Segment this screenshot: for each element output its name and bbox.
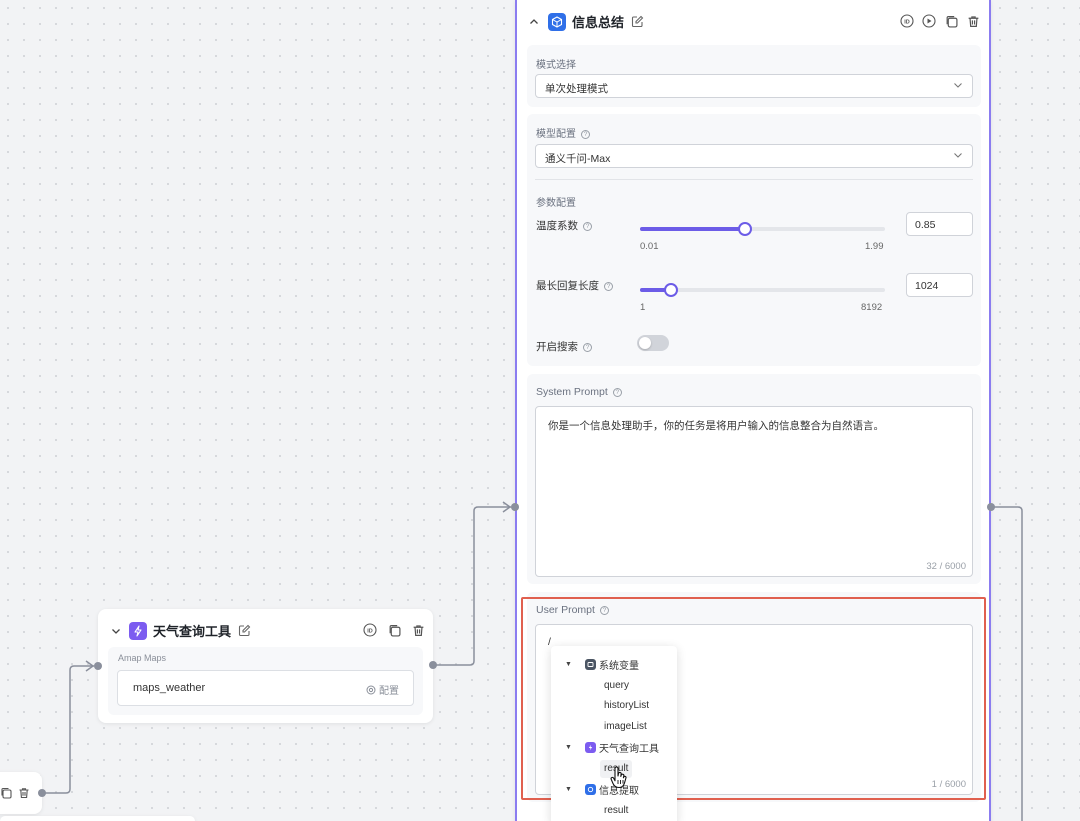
model-label: 模型配置? [536,125,590,140]
max-length-slider[interactable] [640,283,885,297]
var-group-label: 系统变量 [599,660,639,672]
caret-down-icon: ▼ [565,660,572,668]
model-section: 模型配置? 通义千问-Max 参数配置 温度系数? 0.01 1.99 0.85… [527,114,981,366]
help-icon[interactable]: ? [581,129,590,139]
lightning-icon [129,621,147,640]
mode-select[interactable]: 单次处理模式 [535,74,973,98]
search-toggle[interactable] [637,335,669,351]
hand-cursor-icon [610,766,627,789]
help-icon[interactable]: ? [583,342,592,352]
tool-list-section: Amap Maps maps_weather 配置 [108,647,423,715]
temperature-label: 温度系数? [536,218,592,233]
copy-icon[interactable] [0,785,14,801]
var-group-weather-tool[interactable]: ▼ 天气查询工具 [551,738,659,756]
slider-thumb[interactable] [663,283,678,297]
tool-output-port[interactable] [429,661,437,669]
output-port[interactable] [38,789,46,797]
edit-icon[interactable] [236,623,252,639]
toggle-knob [639,337,651,349]
system-variable-icon [585,658,596,670]
partial-node-card[interactable] [0,772,42,814]
temperature-max: 1.99 [865,241,884,252]
delete-icon[interactable] [965,13,981,29]
config-label: 配置 [379,686,399,697]
variable-picker-popup: ▼ 系统变量 query historyList imageList ▼ 天气查… [551,646,677,821]
node-title: 信息总结 [572,15,625,30]
gear-icon [366,685,376,694]
svg-text:ID: ID [367,628,373,634]
help-icon[interactable]: ? [604,281,613,291]
caret-down-icon: ▼ [565,785,572,793]
system-prompt-text: 你是一个信息处理助手，你的任务是将用户输入的信息整合为自然语言。 [548,420,884,432]
edit-icon[interactable] [629,14,645,30]
run-icon[interactable] [921,13,937,29]
var-item[interactable]: result [604,802,628,820]
summary-input-port[interactable] [511,503,519,511]
tool-icon [585,741,596,753]
var-item[interactable]: query [604,677,629,695]
divider [535,179,973,180]
model-select[interactable]: 通义千问-Max [535,144,973,168]
mode-value: 单次处理模式 [545,83,608,95]
extract-icon [585,783,596,795]
delete-icon[interactable] [16,785,32,801]
params-label: 参数配置 [536,198,576,209]
var-group-system[interactable]: ▼ 系统变量 [551,655,639,673]
id-icon[interactable]: ID [362,622,378,638]
search-label: 开启搜索? [536,339,592,354]
temperature-input[interactable]: 0.85 [906,212,973,236]
summary-output-port[interactable] [987,503,995,511]
system-prompt-textarea[interactable]: 你是一个信息处理助手，你的任务是将用户输入的信息整合为自然语言。 32 / 60… [535,406,973,577]
help-icon[interactable]: ? [583,221,592,231]
slider-thumb[interactable] [738,222,753,236]
system-prompt-label: System Prompt? [536,386,622,398]
tool-provider-label: Amap Maps [118,653,167,663]
temperature-slider[interactable] [640,222,885,236]
var-item[interactable]: imageList [604,718,647,736]
max-length-input[interactable]: 1024 [906,273,973,297]
help-icon[interactable]: ? [612,387,622,397]
caret-down-icon: ▼ [565,743,572,751]
max-length-label: 最长回复长度? [536,278,613,293]
config-button[interactable]: 配置 [366,682,399,697]
char-count: 32 / 6000 [926,561,966,572]
mode-label: 模式选择 [536,60,576,71]
tool-name: maps_weather [133,682,206,694]
model-value: 通义千问-Max [545,153,611,165]
llm-cube-icon [548,12,566,31]
var-item[interactable]: historyList [604,697,649,715]
mode-section: 模式选择 单次处理模式 [527,45,981,107]
id-icon[interactable]: ID [899,13,915,29]
var-group-label: 天气查询工具 [599,743,659,755]
copy-icon[interactable] [386,622,402,638]
collapse-chevron-icon[interactable] [109,624,123,638]
chevron-down-icon [953,150,963,163]
system-prompt-section: System Prompt? 你是一个信息处理助手，你的任务是将用户输入的信息整… [527,374,981,584]
weather-tool-node[interactable]: 天气查询工具 ID Amap Maps maps_weather 配置 [98,609,433,723]
collapse-chevron-icon[interactable] [527,15,541,29]
tool-input-port[interactable] [94,662,102,670]
max-length-min: 1 [640,302,646,313]
chevron-down-icon [953,80,963,93]
delete-icon[interactable] [410,622,426,638]
max-length-max: 8192 [861,302,883,313]
slider-fill [640,227,746,231]
partial-node-card-bottom [0,816,195,821]
node-title: 天气查询工具 [153,624,232,639]
svg-text:ID: ID [904,19,910,25]
copy-icon[interactable] [943,13,959,29]
tool-item[interactable]: maps_weather 配置 [117,670,414,706]
temperature-min: 0.01 [640,241,659,252]
